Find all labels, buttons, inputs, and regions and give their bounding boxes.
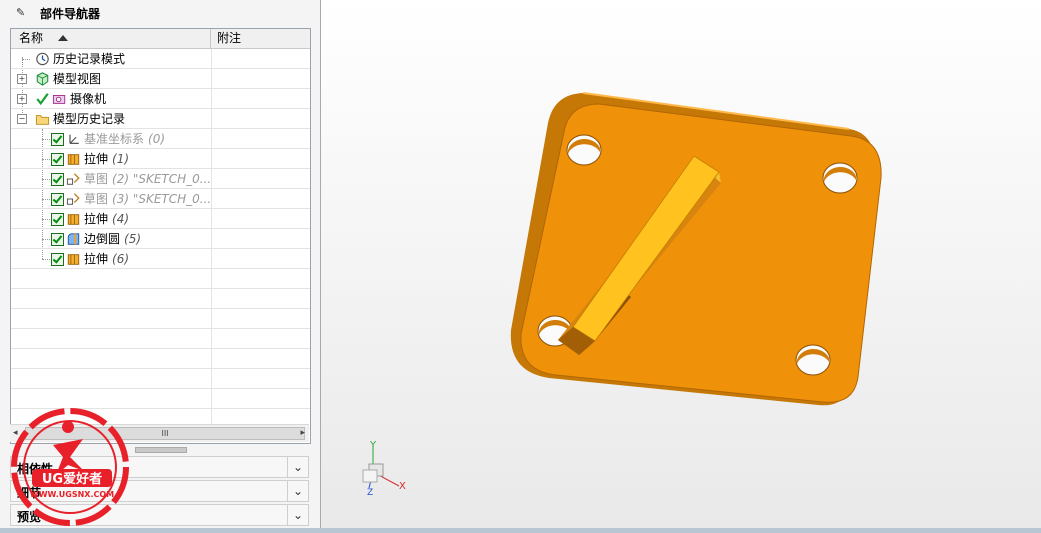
scroll-right-icon[interactable]: ▸ xyxy=(300,428,305,438)
folder-icon xyxy=(35,115,50,125)
edge-blend-icon xyxy=(67,233,80,245)
tree-row-cameras[interactable]: + 摄像机 xyxy=(11,89,310,109)
tree-header: 名称 附注 xyxy=(11,29,310,49)
extrude-icon xyxy=(67,154,80,165)
watermark-url: WWW.UGSNX.COM xyxy=(30,490,114,499)
column-header-note[interactable]: 附注 xyxy=(211,29,310,48)
navigator-title: 部件导航器 xyxy=(40,6,101,21)
empty-row xyxy=(11,349,310,369)
tree-row-model-views[interactable]: + 模型视图 xyxy=(11,69,310,89)
tree-row-extrude-4[interactable]: 拉伸 (4) xyxy=(11,209,310,229)
expand-icon[interactable]: + xyxy=(17,74,27,84)
tree-row-extrude-6[interactable]: 拉伸 (6) xyxy=(11,249,310,269)
triad-z-label: Z xyxy=(367,488,373,498)
column-header-name[interactable]: 名称 xyxy=(11,29,211,48)
tree-item-label: 拉伸 xyxy=(84,252,109,266)
expand-icon[interactable]: + xyxy=(17,94,27,104)
visibility-checkbox[interactable] xyxy=(51,212,64,226)
tree-row-history-mode[interactable]: 历史记录模式 xyxy=(11,49,310,69)
datum-csys-icon xyxy=(69,134,79,144)
sketch-icon xyxy=(66,193,80,205)
tree-item-label: 草图 xyxy=(84,172,109,186)
visibility-checkbox[interactable] xyxy=(51,192,64,206)
status-bar xyxy=(0,528,1041,533)
tree-item-label: 边倒圆 xyxy=(84,232,121,246)
panel-splitter[interactable] xyxy=(135,447,187,453)
tree-row-sketch-3[interactable]: 草图 (3) "SKETCH_0... xyxy=(11,189,310,209)
visibility-checkbox[interactable] xyxy=(51,152,64,166)
empty-row xyxy=(11,269,310,289)
graphics-window[interactable]: Y X Z xyxy=(321,0,1041,528)
chevron-down-icon[interactable]: ⌄ xyxy=(287,457,308,477)
tree-item-label: 基准坐标系 xyxy=(84,132,145,146)
triad-y-label: Y xyxy=(369,440,377,451)
visibility-checkbox[interactable] xyxy=(51,132,64,146)
extrude-icon xyxy=(67,214,80,225)
navigator-tree[interactable]: 名称 附注 历史记录模式 + 模型视图 + 摄像机 − 模型历史记录 基准坐标系… xyxy=(10,28,311,444)
tree-row-model-history[interactable]: − 模型历史记录 xyxy=(11,109,310,129)
tree-row-sketch-2[interactable]: 草图 (2) "SKETCH_0... xyxy=(11,169,310,189)
navigator-title-bar: ✎ 部件导航器 xyxy=(0,0,320,26)
triad-x-label: X xyxy=(399,481,406,492)
chevron-down-icon[interactable]: ⌄ xyxy=(287,481,308,501)
empty-row xyxy=(11,369,310,389)
tree-item-label: 拉伸 xyxy=(84,212,109,226)
tree-item-label: 模型视图 xyxy=(53,72,102,86)
tree-item-label: 模型历史记录 xyxy=(53,112,126,126)
watermark-brand: UG爱好者 xyxy=(42,471,102,487)
sketch-icon xyxy=(66,173,80,185)
visibility-checkbox[interactable] xyxy=(51,232,64,246)
tree-row-edge-blend-5[interactable]: 边倒圆 (5) xyxy=(11,229,310,249)
model-views-icon xyxy=(36,72,49,86)
clock-icon xyxy=(36,52,49,66)
tree-row-datum-csys[interactable]: 基准坐标系 (0) xyxy=(11,129,310,149)
tree-item-label: 摄像机 xyxy=(70,92,107,106)
tree-item-label: 历史记录模式 xyxy=(53,52,126,66)
empty-row xyxy=(11,329,310,349)
coordinate-triad: Y X Z xyxy=(362,440,406,498)
visibility-checkbox[interactable] xyxy=(51,252,64,266)
tree-row-extrude-1[interactable]: 拉伸 (1) xyxy=(11,149,310,169)
empty-row xyxy=(11,309,310,329)
collapse-icon[interactable]: − xyxy=(17,114,27,124)
ugsnx-watermark-logo: UG爱好者 WWW.UGSNX.COM xyxy=(8,405,133,528)
checkmark-icon xyxy=(36,93,49,106)
tree-item-label: 拉伸 xyxy=(84,152,109,166)
tree-item-label: 草图 xyxy=(84,192,109,206)
extrude-icon xyxy=(67,254,80,265)
chevron-down-icon[interactable]: ⌄ xyxy=(287,505,308,525)
visibility-checkbox[interactable] xyxy=(51,172,64,186)
pin-icon[interactable]: ✎ xyxy=(16,7,26,18)
empty-row xyxy=(11,289,310,309)
3d-part-model[interactable]: Y X Z xyxy=(321,0,1041,528)
sort-ascending-icon xyxy=(58,35,68,41)
camera-icon xyxy=(52,95,66,104)
